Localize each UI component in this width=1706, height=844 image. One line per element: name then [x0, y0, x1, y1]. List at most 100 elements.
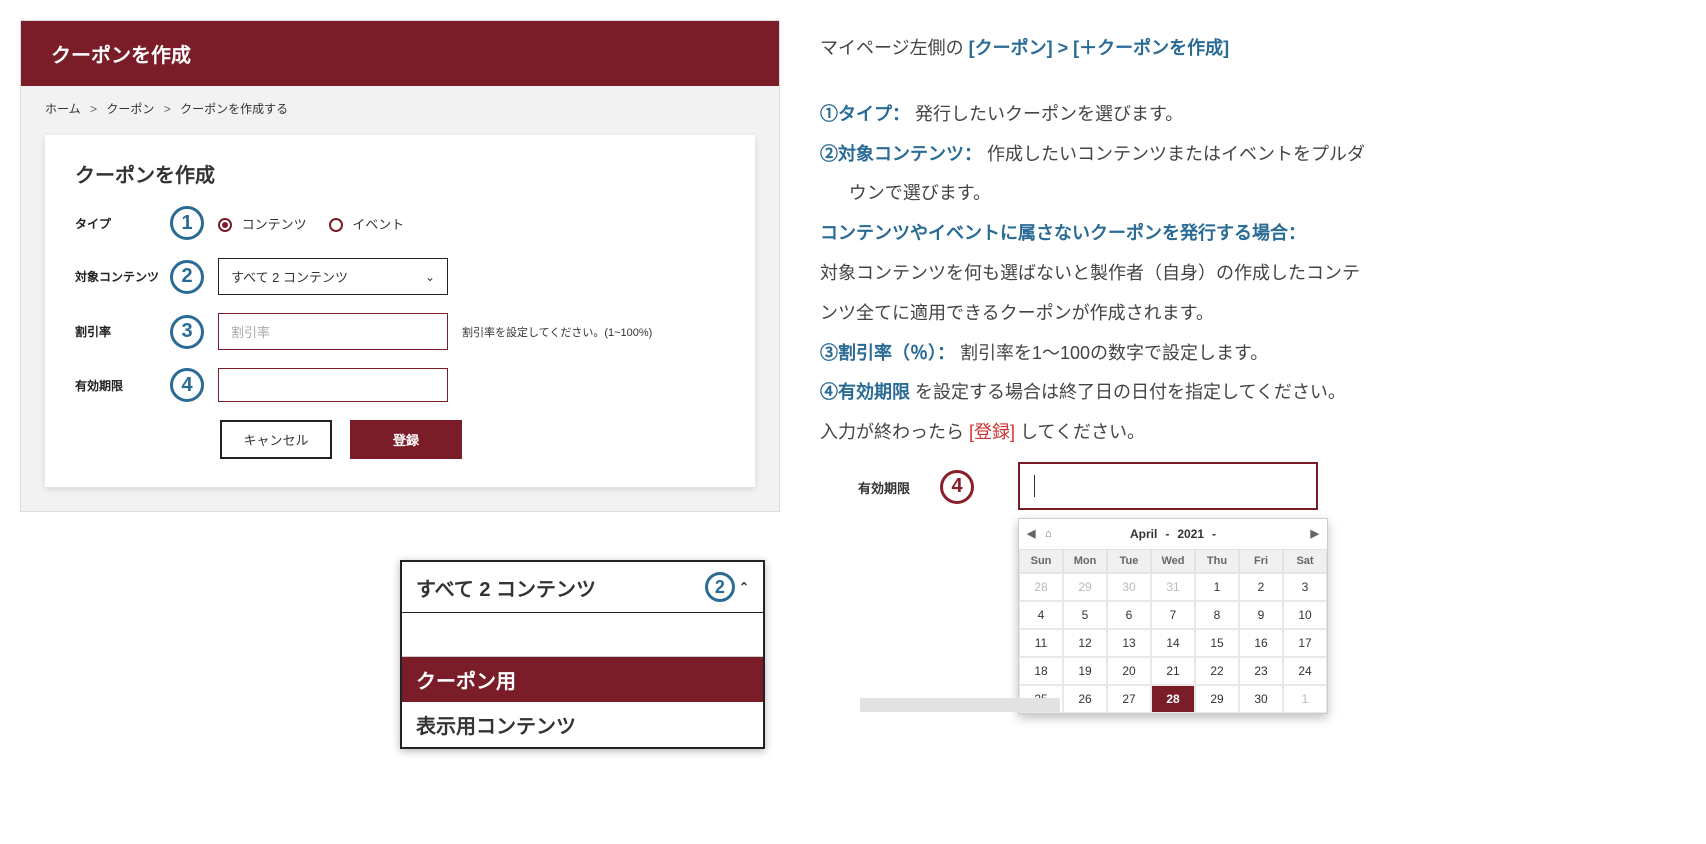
card-title: クーポンを作成 — [75, 159, 725, 188]
badge-2-icon: 2 — [170, 260, 204, 294]
calendar-day[interactable]: 6 — [1107, 601, 1151, 629]
calendar-dow: Sat — [1283, 549, 1327, 573]
calendar-day[interactable]: 3 — [1283, 573, 1327, 601]
breadcrumb-sep: > — [164, 102, 171, 116]
instr-discount-text: 割引率を1〜100の数字で設定します。 — [960, 343, 1268, 363]
instr-expiry-label: ④有効期限 — [820, 382, 910, 402]
breadcrumb-coupon[interactable]: クーポン — [106, 102, 154, 116]
text-caret-icon — [1034, 475, 1035, 497]
dropdown-item[interactable]: 表示用コンテンツ — [402, 702, 763, 747]
calendar-day[interactable]: 26 — [1063, 685, 1107, 713]
calendar-day[interactable]: 29 — [1195, 685, 1239, 713]
calendar-day[interactable]: 11 — [1019, 629, 1063, 657]
calendar-day[interactable]: 5 — [1063, 601, 1107, 629]
instr-special-text1: 対象コンテンツを何も選ばないと製作者（自身）の作成したコンテ — [820, 263, 1360, 283]
expiry-input[interactable] — [218, 368, 448, 402]
calendar-day[interactable]: 1 — [1283, 685, 1327, 713]
calendar-day[interactable]: 30 — [1107, 573, 1151, 601]
calendar-day[interactable]: 9 — [1239, 601, 1283, 629]
radio-unchecked-icon — [329, 218, 343, 232]
radio-contents[interactable]: コンテンツ — [218, 214, 307, 233]
nav-create-link: [＋クーポンを作成] — [1073, 38, 1229, 58]
badge-1-icon: 1 — [170, 206, 204, 240]
badge-2-small-icon: 2 — [705, 572, 735, 602]
radio-contents-label: コンテンツ — [242, 217, 307, 232]
instr-target-text1: 作成したいコンテンツまたはイベントをプルダ — [987, 144, 1365, 164]
instr-final-a: 入力が終わったら — [820, 422, 964, 442]
calendar-home-icon[interactable]: ⌂ — [1045, 528, 1052, 540]
calendar-day[interactable]: 18 — [1019, 657, 1063, 685]
calendar-dow: Fri — [1239, 549, 1283, 573]
breadcrumb: ホーム > クーポン > クーポンを作成する — [21, 86, 779, 117]
discount-input[interactable]: 割引率 — [218, 313, 448, 350]
calendar-day[interactable]: 4 — [1019, 601, 1063, 629]
discount-hint: 割引率を設定してください。(1~100%) — [462, 324, 652, 340]
dropdown-head-label: すべて 2 コンテンツ — [416, 573, 596, 602]
radio-event-label: イベント — [352, 217, 404, 232]
calendar-day[interactable]: 13 — [1107, 629, 1151, 657]
dropdown-item-selected[interactable]: クーポン用 — [402, 657, 763, 702]
calendar-day[interactable]: 28 — [1019, 573, 1063, 601]
target-selected-value: すべて 2 コンテンツ — [231, 267, 348, 286]
discount-label: 割引率 — [75, 323, 170, 340]
calendar-year[interactable]: 2021 — [1177, 527, 1204, 541]
calendar-popup: ◀ ⌂ April - 2021 - ▶ SunMonTueWedThuFriS… — [1018, 518, 1328, 714]
instr-final-b: してください。 — [1020, 422, 1145, 442]
nav-sep: > — [1058, 38, 1074, 58]
calendar-day[interactable]: 7 — [1151, 601, 1195, 629]
target-label: 対象コンテンツ — [75, 268, 170, 285]
dropdown-blank-item[interactable] — [402, 613, 763, 657]
calendar-day[interactable]: 27 — [1107, 685, 1151, 713]
radio-event[interactable]: イベント — [329, 214, 405, 233]
calendar-day[interactable]: 19 — [1063, 657, 1107, 685]
calendar-day[interactable]: 12 — [1063, 629, 1107, 657]
breadcrumb-home[interactable]: ホーム — [45, 102, 81, 116]
calendar-day[interactable]: 30 — [1239, 685, 1283, 713]
badge-4-red-icon: 4 — [940, 470, 974, 504]
date-example: 有効期限 4 ◀ ⌂ April - 2021 - ▶ SunMo — [820, 462, 1686, 706]
calendar-day[interactable]: 15 — [1195, 629, 1239, 657]
badge-3-icon: 3 — [170, 315, 204, 349]
cancel-button[interactable]: キャンセル — [220, 420, 332, 459]
calendar-dow: Thu — [1195, 549, 1239, 573]
breadcrumb-current: クーポンを作成する — [180, 102, 288, 116]
calendar-next-icon[interactable]: ▶ — [1311, 527, 1319, 540]
target-select[interactable]: すべて 2 コンテンツ ⌄ — [218, 258, 448, 295]
calendar-day[interactable]: 17 — [1283, 629, 1327, 657]
page-header: クーポンを作成 — [21, 21, 779, 86]
calendar-day-selected[interactable]: 28 — [1151, 685, 1195, 713]
calendar-day[interactable]: 21 — [1151, 657, 1195, 685]
coupon-form-window: クーポンを作成 ホーム > クーポン > クーポンを作成する クーポンを作成 タ… — [20, 20, 780, 512]
instr-expiry-text: を設定する場合は終了日の日付を指定してください。 — [915, 382, 1346, 402]
form-card: クーポンを作成 タイプ 1 コンテンツ イベント — [45, 135, 755, 487]
calendar-day[interactable]: 20 — [1107, 657, 1151, 685]
calendar-day[interactable]: 24 — [1283, 657, 1327, 685]
target-dropdown-open: すべて 2 コンテンツ 2 ⌃ クーポン用 表示用コンテンツ — [400, 560, 765, 749]
calendar-day[interactable]: 1 — [1195, 573, 1239, 601]
chevron-down-icon: ⌄ — [425, 270, 435, 284]
calendar-dow: Wed — [1151, 549, 1195, 573]
calendar-day[interactable]: 29 — [1063, 573, 1107, 601]
calendar-day[interactable]: 22 — [1195, 657, 1239, 685]
calendar-dow: Tue — [1107, 549, 1151, 573]
calendar-day[interactable]: 31 — [1151, 573, 1195, 601]
nav-coupon-link: [クーポン] — [969, 38, 1053, 58]
calendar-day[interactable]: 8 — [1195, 601, 1239, 629]
calendar-dow: Sun — [1019, 549, 1063, 573]
submit-button[interactable]: 登録 — [350, 420, 462, 459]
instr-special-text2: ンツ全てに適用できるクーポンが作成されます。 — [820, 303, 1214, 323]
expiry-label: 有効期限 — [75, 377, 170, 394]
decorative-bar — [860, 698, 1060, 712]
calendar-day[interactable]: 23 — [1239, 657, 1283, 685]
radio-checked-icon — [218, 218, 232, 232]
calendar-day[interactable]: 16 — [1239, 629, 1283, 657]
calendar-month[interactable]: April — [1130, 527, 1157, 541]
calendar-day[interactable]: 10 — [1283, 601, 1327, 629]
calendar-day[interactable]: 14 — [1151, 629, 1195, 657]
date-label: 有効期限 — [820, 462, 910, 497]
calendar-prev-icon[interactable]: ◀ — [1027, 527, 1035, 540]
calendar-day[interactable]: 2 — [1239, 573, 1283, 601]
instr-target-label: ②対象コンテンツ： — [820, 144, 982, 164]
date-input[interactable] — [1018, 462, 1318, 510]
type-label: タイプ — [75, 215, 170, 232]
